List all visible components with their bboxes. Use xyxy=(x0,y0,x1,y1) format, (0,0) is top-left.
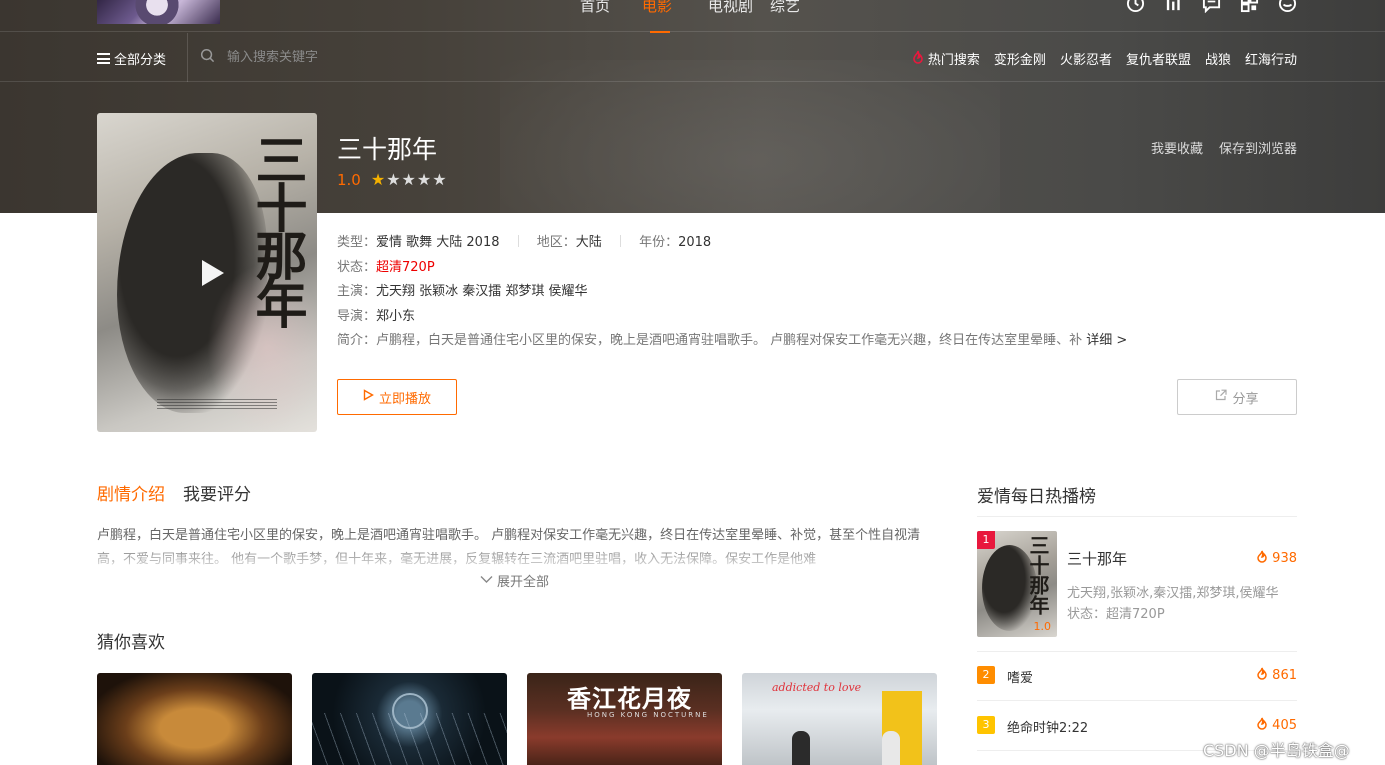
movie-title: 三十那年 xyxy=(337,135,438,164)
star-icon: ★ xyxy=(416,170,432,189)
main-nav: 首页 电影 电视剧 综艺 xyxy=(580,0,820,33)
favorite-link[interactable]: 我要收藏 xyxy=(1151,138,1203,157)
star-icon: ★ xyxy=(370,170,386,189)
hot-search-label: 热门搜索 xyxy=(911,49,980,68)
ranking-item-1[interactable]: 三十那年 1.0 1 三十那年 938 尤天翔,张颖冰,秦汉擂,郑梦琪,侯耀华 … xyxy=(977,531,1297,637)
menu-icon xyxy=(97,53,110,64)
heat-count: 405 xyxy=(1256,717,1297,734)
share-button[interactable]: 分享 xyxy=(1177,379,1297,415)
hot-search-item[interactable]: 战狼 xyxy=(1205,49,1231,68)
recommend-card[interactable] xyxy=(312,673,507,765)
ranking-item-3[interactable]: 3 绝命时钟2:22 405 xyxy=(977,716,1297,736)
hot-search-item[interactable]: 复仇者联盟 xyxy=(1126,49,1191,68)
recommend-card[interactable] xyxy=(97,673,292,765)
rating-stars: ★ ★ ★ ★ ★ xyxy=(371,172,447,188)
top-navbar: 首页 电影 电视剧 综艺 xyxy=(0,0,1385,33)
ranking-name[interactable]: 绝命时钟2:22 xyxy=(1007,717,1088,736)
tab-plot[interactable]: 剧情介绍 xyxy=(97,480,165,505)
site-logo[interactable] xyxy=(97,0,220,24)
cast-value[interactable]: 尤天翔 张颖冰 秦汉擂 郑梦琪 侯耀华 xyxy=(376,284,588,299)
ranking-name[interactable]: 三十那年 xyxy=(1067,548,1127,569)
chart-icon[interactable] xyxy=(1164,0,1183,13)
flame-icon xyxy=(1256,550,1268,567)
recommend-card[interactable]: addicted to love xyxy=(742,673,937,765)
top-icon-group xyxy=(1126,0,1297,14)
content-tabs: 剧情介绍 我要评分 xyxy=(97,480,251,505)
guess-you-like-title: 猜你喜欢 xyxy=(97,633,165,653)
heat-count: 938 xyxy=(1256,550,1297,567)
hot-search-item[interactable]: 变形金刚 xyxy=(994,49,1046,68)
region-value[interactable]: 大陆 xyxy=(576,235,602,250)
ranking-name[interactable]: 嗜爱 xyxy=(1007,667,1033,686)
history-icon[interactable] xyxy=(1126,0,1145,13)
star-icon: ★ xyxy=(432,170,447,189)
director-value[interactable]: 郑小东 xyxy=(376,309,415,324)
movie-poster[interactable]: 三十那年 xyxy=(97,113,317,432)
divider xyxy=(977,651,1297,652)
nav-variety[interactable]: 综艺 xyxy=(770,0,820,32)
hot-search-item[interactable]: 火影忍者 xyxy=(1060,49,1112,68)
ranking-item-2[interactable]: 2 嗜爱 861 xyxy=(977,666,1297,686)
year-value[interactable]: 2018 xyxy=(678,235,711,250)
nav-home[interactable]: 首页 xyxy=(580,0,642,32)
divider xyxy=(187,33,188,82)
flame-icon xyxy=(911,50,925,68)
poster-title-art: 三十那年 xyxy=(246,133,307,325)
heat-count: 861 xyxy=(1256,667,1297,684)
chevron-down-icon xyxy=(480,573,493,588)
ranking-cast: 尤天翔,张颖冰,秦汉擂,郑梦琪,侯耀华 xyxy=(1067,586,1279,601)
star-icon: ★ xyxy=(401,170,416,189)
hot-search: 热门搜索 变形金刚 火影忍者 复仇者联盟 战狼 红海行动 xyxy=(911,49,1297,68)
user-icon[interactable] xyxy=(1278,0,1297,13)
star-icon: ★ xyxy=(386,170,401,189)
recommend-list: 香江花月夜 HONG KONG NOCTURNE addicted to lov… xyxy=(97,673,937,765)
movie-rating: 1.0 ★ ★ ★ ★ ★ xyxy=(337,171,447,189)
rank-badge: 2 xyxy=(977,666,995,684)
nav-tv[interactable]: 电视剧 xyxy=(708,0,770,32)
card-title-art: 香江花月夜 xyxy=(567,684,692,713)
play-icon xyxy=(363,389,374,405)
play-icon[interactable] xyxy=(192,255,228,291)
watermark: CSDN @半岛铁盒@ xyxy=(1203,741,1350,760)
flame-icon xyxy=(1256,667,1268,684)
sub-navbar: 全部分类 热门搜索 变形金刚 火影忍者 复仇者联盟 战狼 红海行动 xyxy=(0,33,1385,82)
expand-all-button[interactable]: 展开全部 xyxy=(480,571,549,590)
flame-icon xyxy=(1256,717,1268,734)
recommend-card[interactable]: 香江花月夜 HONG KONG NOCTURNE xyxy=(527,673,722,765)
search-icon[interactable] xyxy=(200,48,215,67)
ranking-title: 爱情每日热播榜 xyxy=(977,487,1096,507)
rank-badge: 3 xyxy=(977,716,995,734)
message-icon[interactable] xyxy=(1202,0,1221,14)
all-categories-label: 全部分类 xyxy=(114,53,167,68)
nav-movie[interactable]: 电影 xyxy=(642,0,708,33)
play-now-button[interactable]: 立即播放 xyxy=(337,379,457,415)
qrcode-icon[interactable] xyxy=(1240,0,1259,13)
tab-rate[interactable]: 我要评分 xyxy=(183,480,251,505)
type-value[interactable]: 爱情 歌舞 大陆 2018 xyxy=(376,235,499,250)
divider xyxy=(977,516,1297,517)
rank-badge: 1 xyxy=(977,531,995,549)
hot-search-item[interactable]: 红海行动 xyxy=(1245,49,1297,68)
share-icon xyxy=(1215,389,1228,405)
rating-score: 1.0 xyxy=(337,171,361,189)
hero-actions: 我要收藏 保存到浏览器 xyxy=(1151,138,1297,157)
all-categories-button[interactable]: 全部分类 xyxy=(97,49,166,68)
summary-value: 卢鹏程，白天是普通住宅小区里的保安，晚上是酒吧通宵驻唱歌手。 卢鹏程对保安工作毫… xyxy=(376,333,1083,348)
save-to-browser-link[interactable]: 保存到浏览器 xyxy=(1219,138,1297,157)
divider xyxy=(977,700,1297,701)
detail-link[interactable]: 详细 > xyxy=(1086,333,1127,348)
search-input[interactable] xyxy=(227,50,527,65)
search-box xyxy=(200,48,527,67)
ranking-status: 状态：超清720P xyxy=(1067,607,1165,622)
status-value: 超清720P xyxy=(376,259,435,275)
movie-info: 类型：爱情 歌舞 大陆 2018 地区：大陆 年份：2018 状态：超清720P… xyxy=(337,235,1128,348)
